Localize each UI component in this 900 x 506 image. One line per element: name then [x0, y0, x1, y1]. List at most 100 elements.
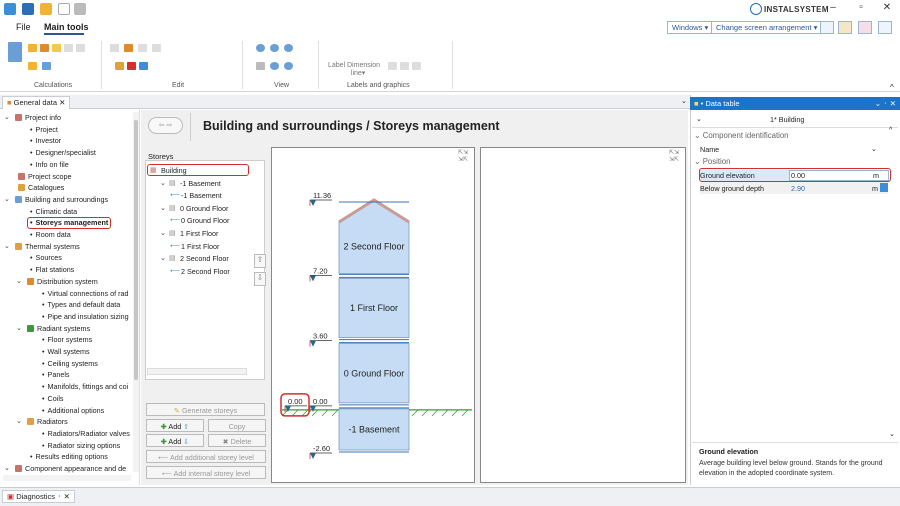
- tree-item[interactable]: Radiant systems: [37, 324, 90, 333]
- move-down-button[interactable]: ⇩: [254, 272, 266, 286]
- tree-expand-icon[interactable]: ⌄: [16, 417, 22, 425]
- tree-horizontal-scrollbar[interactable]: [3, 475, 131, 481]
- tree-item[interactable]: Radiators: [37, 417, 68, 426]
- rpanel-scroll-down[interactable]: ⌄: [889, 430, 895, 438]
- tree-item[interactable]: Results editing options: [30, 452, 108, 461]
- tree-item[interactable]: Info on file: [30, 160, 69, 169]
- storey-expand-icon[interactable]: ⌄: [160, 204, 166, 212]
- label-button[interactable]: Label: [328, 62, 345, 69]
- tree-item[interactable]: Room data: [30, 230, 71, 239]
- zoom-all-icon[interactable]: [284, 62, 293, 70]
- section-position[interactable]: ⌄ Position: [694, 157, 730, 166]
- tree-item[interactable]: Ceiling systems: [42, 359, 98, 368]
- storey-item[interactable]: 0 Ground Floor: [181, 216, 229, 225]
- storey-item[interactable]: 2 Second Floor: [181, 267, 230, 276]
- rpanel-scroll-up[interactable]: ^: [889, 127, 892, 134]
- graphic-icon[interactable]: [388, 62, 397, 70]
- collapse-icon[interactable]: ^: [890, 83, 894, 92]
- open-folder-icon[interactable]: [40, 3, 52, 15]
- tree-item[interactable]: Thermal systems: [25, 242, 80, 251]
- restore-icon[interactable]: ▫: [852, 2, 870, 18]
- tree-scroll-thumb[interactable]: [134, 120, 138, 380]
- undo-icon[interactable]: [139, 62, 148, 70]
- pan-icon[interactable]: [256, 62, 265, 70]
- dimension-line-button[interactable]: Dimension line▾: [347, 62, 380, 77]
- edit-copy-icon[interactable]: [110, 44, 119, 52]
- tree-item[interactable]: Catalogues: [28, 183, 64, 192]
- canvas2-expand-icon[interactable]: ⇱⇲ ⇲⇱: [669, 150, 679, 164]
- storey-expand-icon[interactable]: ⌄: [160, 179, 166, 187]
- storeys-hscroll[interactable]: [147, 368, 247, 375]
- tree-item[interactable]: Floor systems: [42, 335, 93, 344]
- delete-button[interactable]: ✖ Delete: [208, 434, 266, 447]
- scissors-icon[interactable]: [115, 62, 124, 70]
- move-up-button[interactable]: ⇧: [254, 254, 266, 268]
- tree-item[interactable]: Investor: [30, 136, 62, 145]
- add-additional-level-button[interactable]: ⟵ Add additional storey level: [146, 450, 266, 463]
- calc-table-icon[interactable]: [28, 44, 37, 52]
- delete-icon[interactable]: [127, 62, 136, 70]
- tree-expand-icon[interactable]: ⌄: [16, 324, 22, 332]
- tree-expand-icon[interactable]: ⌄: [4, 113, 10, 121]
- tree-item[interactable]: Component appearance and de: [25, 464, 126, 473]
- tree-item[interactable]: Building and surroundings: [25, 195, 108, 204]
- name-dropdown-icon[interactable]: ⌄: [871, 145, 877, 153]
- tree-item[interactable]: Types and default data: [42, 300, 121, 309]
- storey-expand-icon[interactable]: ⌄: [160, 229, 166, 237]
- below-ground-value[interactable]: 2.90: [791, 184, 805, 193]
- tree-item[interactable]: Pipe and insulation sizing: [42, 312, 129, 321]
- close-icon[interactable]: ✕: [878, 2, 896, 18]
- tree-item[interactable]: Virtual connections of rad: [42, 289, 129, 298]
- minimize-icon[interactable]: –: [824, 2, 842, 18]
- storey-item[interactable]: 2 Second Floor: [180, 254, 229, 263]
- tab-dropdown-icon[interactable]: ⌄: [681, 97, 687, 105]
- storey-item[interactable]: 0 Ground Floor: [180, 204, 228, 213]
- zoom-in-icon[interactable]: [256, 44, 265, 52]
- storey-item[interactable]: -1 Basement: [180, 179, 221, 188]
- tree-item[interactable]: Project scope: [28, 172, 72, 181]
- file-tab[interactable]: File: [16, 22, 31, 32]
- help-icon[interactable]: [858, 21, 872, 34]
- tree-expand-icon[interactable]: ⌄: [4, 242, 10, 250]
- main-tools-tab[interactable]: Main tools: [44, 22, 89, 32]
- calc-view-icon[interactable]: [42, 62, 51, 70]
- calc-edit-icon[interactable]: [28, 62, 37, 70]
- tree-item[interactable]: Sources: [30, 253, 62, 262]
- tree-item[interactable]: Panels: [42, 370, 70, 379]
- add-internal-level-button[interactable]: ⟵ Add internal storey level: [146, 466, 266, 479]
- calc-check-icon[interactable]: [64, 44, 73, 52]
- storey-item[interactable]: 1 First Floor: [180, 229, 218, 238]
- tree-item[interactable]: Additional options: [42, 406, 105, 415]
- edit-cut-icon[interactable]: [138, 44, 147, 52]
- calculation-icon[interactable]: [8, 42, 22, 62]
- edit-paste-icon[interactable]: [124, 44, 133, 52]
- panel-controls-icon[interactable]: ⌄ ᛫ ✕: [875, 99, 896, 108]
- section-component-identification[interactable]: ⌄ Component identification: [694, 131, 789, 140]
- storey-item[interactable]: 1 First Floor: [181, 242, 219, 251]
- save-icon[interactable]: [22, 3, 34, 15]
- copy-button[interactable]: Copy: [208, 419, 266, 432]
- tree-item[interactable]: Climatic data: [30, 207, 78, 216]
- tree-item[interactable]: Radiators/Radiator valves: [42, 429, 130, 438]
- zoom-fit-icon[interactable]: [284, 44, 293, 52]
- add-storey-button[interactable]: ✚ Add ⇧: [146, 419, 204, 432]
- new-file-icon[interactable]: [58, 3, 70, 15]
- storey-item[interactable]: -1 Basement: [181, 191, 222, 200]
- tree-item[interactable]: Flat stations: [30, 265, 75, 274]
- tree-item[interactable]: Manifolds, fittings and coi: [42, 382, 129, 391]
- collapse-ribbon-icon[interactable]: [878, 21, 892, 34]
- graphic-icon[interactable]: [400, 62, 409, 70]
- tree-expand-icon[interactable]: ⌄: [4, 195, 10, 203]
- tree-expand-icon[interactable]: ⌄: [16, 277, 22, 285]
- zoom-out-icon[interactable]: [270, 44, 279, 52]
- canvas-expand-icon[interactable]: ⇱⇲ ⇲⇱: [458, 150, 468, 164]
- tree-item[interactable]: Radiator sizing options: [42, 441, 121, 450]
- nav-back-forward[interactable]: ⇦ ⇨: [148, 117, 183, 134]
- print-icon[interactable]: [74, 3, 86, 15]
- tree-item[interactable]: Project info: [25, 113, 61, 122]
- zoom-window-icon[interactable]: [270, 62, 279, 70]
- screen-arrangement-select[interactable]: Change screen arrangement ▾: [711, 21, 823, 34]
- edit-select-icon[interactable]: [152, 44, 161, 52]
- tree-item[interactable]: Distribution system: [37, 277, 98, 286]
- tree-item[interactable]: Coils: [42, 394, 64, 403]
